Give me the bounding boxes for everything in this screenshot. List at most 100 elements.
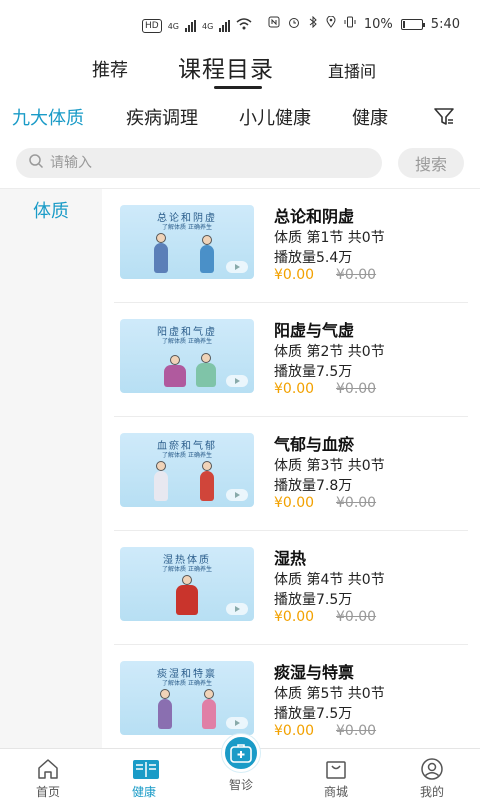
category-tab-disease-care[interactable]: 疾病调理 — [126, 104, 198, 130]
top-tabs: 推荐 课程目录 直播间 — [0, 50, 480, 90]
figure-illustration — [200, 461, 214, 501]
course-item[interactable]: 血瘀和气郁 了解体质 正确养生 气郁与血瘀 体质 第3节 共0节 播放量7.8万… — [114, 417, 468, 531]
course-title: 湿热 — [274, 549, 307, 568]
nav-mine[interactable]: 我的 — [384, 749, 480, 801]
clock: 5:40 — [430, 16, 460, 32]
figure-illustration — [200, 235, 214, 273]
search-icon — [28, 153, 44, 173]
course-thumbnail: 痰湿和特禀 了解体质 正确养生 — [120, 661, 254, 735]
course-views: 播放量7.5万 — [274, 592, 353, 608]
vibrate-icon — [344, 16, 356, 32]
course-item[interactable]: 痰湿和特禀 了解体质 正确养生 痰湿与特禀 体质 第5节 共0节 播放量7.5万… — [114, 645, 468, 749]
bluetooth-icon — [308, 15, 318, 32]
course-views: 播放量7.5万 — [274, 706, 353, 722]
course-thumbnail: 阳虚和气虚 了解体质 正确养生 — [120, 319, 254, 393]
status-bar: HD 4G 4G 10% 5:40 — [0, 0, 480, 52]
figure-illustration — [154, 233, 168, 273]
course-original-price: ¥0.00 — [336, 609, 377, 625]
home-icon — [36, 757, 60, 781]
nav-mall-label: 商城 — [323, 785, 348, 799]
nav-health-label: 健康 — [131, 785, 156, 799]
course-price: ¥0.00 — [274, 267, 315, 283]
course-title: 气郁与血瘀 — [274, 435, 355, 454]
nav-smart-diagnosis-button[interactable] — [222, 734, 260, 772]
user-icon — [420, 757, 444, 781]
course-item[interactable]: 总论和阴虚 了解体质 正确养生 总论和阴虚 体质 第1节 共0节 播放量5.4万… — [114, 189, 468, 303]
hd-badge: HD — [142, 19, 162, 33]
thumbnail-subtitle: 了解体质 正确养生 — [162, 224, 212, 231]
alarm-icon — [288, 16, 300, 32]
shopping-bag-icon — [324, 757, 348, 781]
play-icon — [226, 717, 248, 729]
figure-illustration — [176, 575, 198, 615]
tab-live-room[interactable]: 直播间 — [328, 58, 376, 82]
play-icon — [226, 375, 248, 387]
course-price: ¥0.00 — [274, 381, 315, 397]
active-tab-indicator — [214, 86, 262, 89]
course-meta: 体质 第3节 共0节 — [274, 458, 385, 474]
course-item[interactable]: 阳虚和气虚 了解体质 正确养生 阳虚与气虚 体质 第2节 共0节 播放量7.5万… — [114, 303, 468, 417]
course-thumbnail: 血瘀和气郁 了解体质 正确养生 — [120, 433, 254, 507]
thumbnail-subtitle: 了解体质 正确养生 — [162, 338, 212, 345]
figure-illustration — [164, 355, 186, 387]
course-meta: 体质 第1节 共0节 — [274, 230, 385, 246]
course-price: ¥0.00 — [274, 495, 315, 511]
thumbnail-subtitle: 了解体质 正确养生 — [162, 680, 212, 687]
filter-icon[interactable] — [432, 104, 456, 128]
tab-course-catalog[interactable]: 课程目录 — [178, 50, 274, 84]
course-thumbnail: 总论和阴虚 了解体质 正确养生 — [120, 205, 254, 279]
battery-percent: 10% — [363, 16, 393, 32]
search-input[interactable] — [50, 155, 350, 171]
nav-home[interactable]: 首页 — [0, 749, 96, 801]
play-icon — [226, 261, 248, 273]
course-views: 播放量7.5万 — [274, 364, 353, 380]
nav-health[interactable]: 健康 — [96, 749, 192, 801]
tab-scroll-fade — [394, 100, 418, 130]
category-tab-nine-constitutions[interactable]: 九大体质 — [12, 104, 84, 130]
course-thumbnail: 湿热体质 了解体质 正确养生 — [120, 547, 254, 621]
signal-icon — [185, 20, 196, 32]
signal-icon-2 — [219, 20, 231, 32]
nav-mine-label: 我的 — [419, 785, 444, 799]
course-price: ¥0.00 — [274, 723, 315, 739]
category-tab-health[interactable]: 健康 — [352, 104, 388, 130]
nav-mall[interactable]: 商城 — [288, 749, 384, 801]
battery-icon — [400, 18, 425, 30]
course-meta: 体质 第2节 共0节 — [274, 344, 385, 360]
course-list: 总论和阴虚 了解体质 正确养生 总论和阴虚 体质 第1节 共0节 播放量5.4万… — [102, 189, 480, 749]
course-original-price: ¥0.00 — [336, 267, 377, 283]
search-box — [16, 148, 382, 178]
tab-recommend[interactable]: 推荐 — [92, 56, 128, 82]
course-original-price: ¥0.00 — [336, 381, 377, 397]
search-row: 搜索 — [0, 146, 480, 182]
category-tabs: 九大体质 疾病调理 小儿健康 健康 — [0, 96, 480, 140]
network-label-1: 4G — [167, 21, 179, 31]
location-icon — [326, 15, 336, 32]
medical-kit-icon — [230, 743, 252, 767]
battery-fill — [402, 20, 405, 28]
status-left: HD 4G 4G — [142, 18, 252, 34]
figure-illustration — [196, 353, 216, 387]
course-title: 痰湿与特禀 — [274, 663, 355, 682]
sidebar-item-constitution[interactable]: 体质 — [0, 189, 102, 231]
course-meta: 体质 第5节 共0节 — [274, 686, 385, 702]
wifi-icon — [236, 18, 252, 34]
figure-illustration — [202, 689, 216, 729]
thumbnail-subtitle: 了解体质 正确养生 — [162, 566, 212, 573]
play-icon — [226, 603, 248, 615]
course-meta: 体质 第4节 共0节 — [274, 572, 385, 588]
figure-illustration — [158, 689, 172, 729]
nav-smart-diagnosis-label: 智诊 — [228, 778, 253, 792]
figure-illustration — [154, 461, 168, 501]
course-original-price: ¥0.00 — [336, 723, 377, 739]
search-button[interactable]: 搜索 — [398, 148, 464, 178]
sidebar: 体质 — [0, 189, 102, 749]
nfc-icon — [268, 16, 280, 32]
course-item[interactable]: 湿热体质 了解体质 正确养生 湿热 体质 第4节 共0节 播放量7.5万 ¥0.… — [114, 531, 468, 645]
thumbnail-subtitle: 了解体质 正确养生 — [162, 452, 212, 459]
course-title: 总论和阴虚 — [274, 207, 355, 226]
nav-home-label: 首页 — [35, 785, 60, 799]
course-title: 阳虚与气虚 — [274, 321, 355, 340]
course-price: ¥0.00 — [274, 609, 315, 625]
category-tab-child-health[interactable]: 小儿健康 — [239, 104, 311, 130]
